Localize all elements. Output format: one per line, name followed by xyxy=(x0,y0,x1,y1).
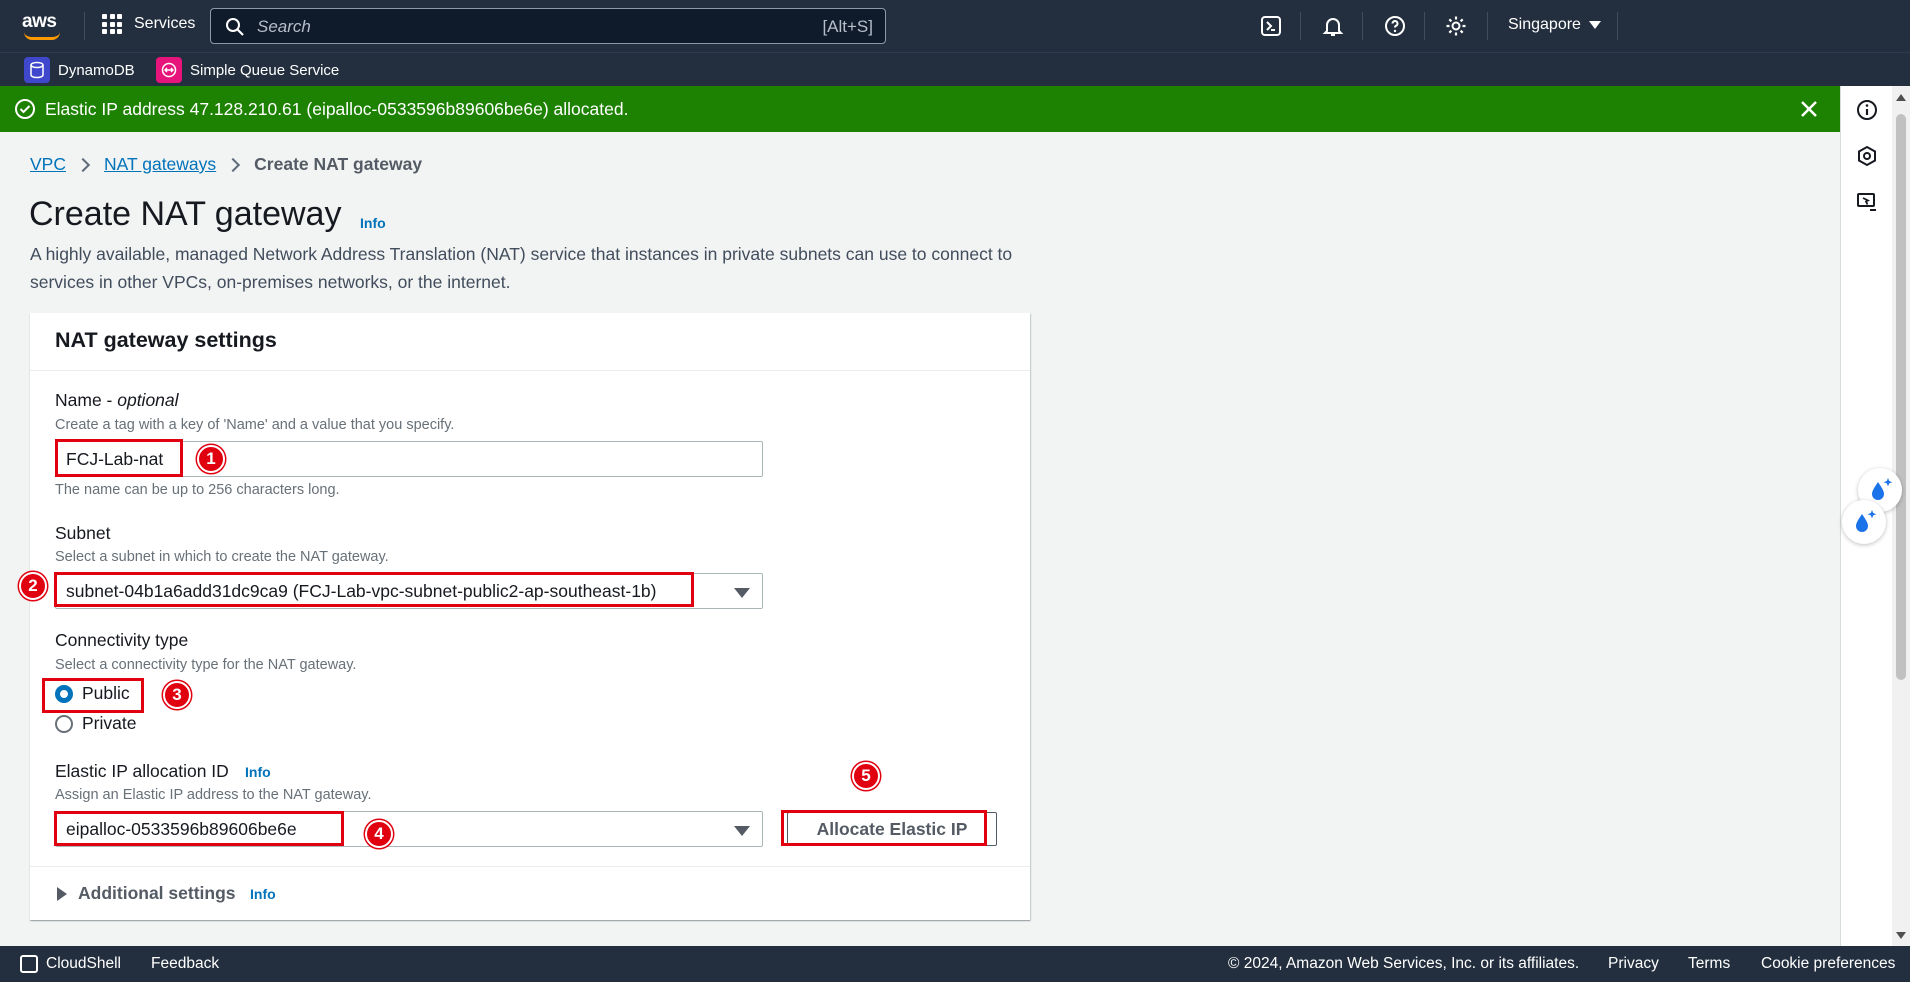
favorite-label: Simple Queue Service xyxy=(190,61,340,79)
subnet-field-label: Subnet xyxy=(55,523,111,543)
screen-cursor-icon[interactable] xyxy=(1855,190,1879,214)
caret-down-icon xyxy=(1588,21,1601,29)
services-menu-button[interactable]: Services xyxy=(102,14,195,34)
sparkle-drop-icon xyxy=(1856,510,1877,532)
console-footer: CloudShell Feedback © 2024, Amazon Web S… xyxy=(0,946,1910,982)
annotation-highlight-connectivity xyxy=(42,678,144,713)
scroll-thumb[interactable] xyxy=(1896,114,1906,680)
panel-header: NAT gateway settings xyxy=(30,313,1030,371)
page-description: A highly available, managed Network Addr… xyxy=(30,244,1013,292)
scroll-up-icon[interactable] xyxy=(1896,94,1906,101)
search-shortcut: [Alt+S] xyxy=(822,17,873,36)
search-icon xyxy=(226,18,244,36)
cloudshell-icon[interactable] xyxy=(20,955,38,973)
annotation-highlight-eip xyxy=(54,811,344,846)
page-title: Create NAT gateway xyxy=(29,195,342,233)
eip-field-hint: Assign an Elastic IP address to the NAT … xyxy=(55,787,372,803)
caret-down-icon xyxy=(734,588,750,598)
annotation-badge-2: 2 xyxy=(19,572,47,600)
name-field-label: Name - optional xyxy=(55,390,179,411)
annotation-badge-4: 4 xyxy=(365,820,393,848)
breadcrumb: VPC NAT gateways Create NAT gateway xyxy=(30,154,422,175)
nav-divider xyxy=(1487,12,1488,40)
divider xyxy=(30,866,1030,867)
page-info-link[interactable]: Info xyxy=(360,215,386,231)
success-check-icon xyxy=(15,99,35,119)
nav-divider xyxy=(1617,12,1618,40)
footer-cloudshell-link[interactable]: CloudShell xyxy=(46,955,121,973)
services-label: Services xyxy=(134,15,196,32)
additional-settings-toggle[interactable]: Additional settings xyxy=(78,883,236,904)
caret-down-icon xyxy=(734,826,750,836)
dynamodb-icon xyxy=(24,57,50,83)
settings-gear-icon[interactable] xyxy=(1444,14,1468,38)
footer-feedback-link[interactable]: Feedback xyxy=(151,955,219,973)
page-scrollbar[interactable] xyxy=(1892,86,1910,946)
footer-privacy-link[interactable]: Privacy xyxy=(1608,955,1659,973)
search-input[interactable]: Search [Alt+S] xyxy=(210,8,886,44)
eip-info-link[interactable]: Info xyxy=(245,764,271,780)
connectivity-field-label: Connectivity type xyxy=(55,630,189,650)
breadcrumb-current: Create NAT gateway xyxy=(254,154,423,174)
favorite-sqs[interactable]: Simple Queue Service xyxy=(156,57,339,83)
connectivity-field-hint: Select a connectivity type for the NAT g… xyxy=(55,657,357,673)
breadcrumb-link-nat-gateways[interactable]: NAT gateways xyxy=(104,154,216,175)
annotation-badge-1: 1 xyxy=(197,445,225,473)
region-label: Singapore xyxy=(1508,16,1581,33)
connectivity-private-radio[interactable] xyxy=(55,715,73,733)
favorite-dynamodb[interactable]: DynamoDB xyxy=(24,57,135,83)
services-grid-icon xyxy=(102,14,122,34)
name-constraint-text: The name can be up to 256 characters lon… xyxy=(55,482,340,498)
chevron-right-icon xyxy=(226,157,241,172)
nav-divider xyxy=(1362,12,1363,40)
eip-field-label: Elastic IP allocation ID xyxy=(55,761,229,781)
search-placeholder: Search xyxy=(257,17,311,36)
nav-divider xyxy=(1300,12,1301,40)
name-field-hint: Create a tag with a key of 'Name' and a … xyxy=(55,417,455,433)
aws-logo-text: aws xyxy=(22,11,57,32)
favorite-label: DynamoDB xyxy=(58,61,135,79)
nav-divider xyxy=(84,12,85,40)
optional-label: optional xyxy=(117,390,179,410)
footer-cookie-preferences-link[interactable]: Cookie preferences xyxy=(1761,955,1895,973)
connectivity-private-label[interactable]: Private xyxy=(82,713,136,734)
success-flash-banner: Elastic IP address 47.128.210.61 (eipall… xyxy=(0,86,1840,132)
aws-smile-icon xyxy=(24,32,60,40)
region-selector[interactable]: Singapore xyxy=(1508,16,1601,34)
subnet-field-hint: Select a subnet in which to create the N… xyxy=(55,549,389,565)
annotation-highlight-subnet xyxy=(54,572,694,607)
notifications-bell-icon[interactable] xyxy=(1321,14,1345,38)
hexagon-icon[interactable] xyxy=(1855,144,1879,168)
scroll-down-icon[interactable] xyxy=(1896,932,1906,939)
panel-title: NAT gateway settings xyxy=(55,328,277,352)
breadcrumb-link-vpc[interactable]: VPC xyxy=(30,154,66,175)
name-label-text: Name - xyxy=(55,390,118,410)
additional-info-link[interactable]: Info xyxy=(250,886,276,902)
info-panel-icon[interactable] xyxy=(1855,98,1879,122)
caret-right-icon[interactable] xyxy=(57,887,67,901)
annotation-badge-3: 3 xyxy=(163,681,191,709)
flash-message: Elastic IP address 47.128.210.61 (eipall… xyxy=(45,99,629,119)
assistant-sparkle-button-secondary[interactable] xyxy=(1842,500,1886,544)
top-navigation: aws Services Search [Alt+S] Singapore xyxy=(0,0,1910,52)
footer-terms-link[interactable]: Terms xyxy=(1688,955,1730,973)
help-icon[interactable] xyxy=(1383,14,1407,38)
close-icon[interactable] xyxy=(1798,98,1820,120)
annotation-highlight-name xyxy=(55,439,183,477)
annotation-highlight-allocate xyxy=(781,810,987,846)
footer-copyright: © 2024, Amazon Web Services, Inc. or its… xyxy=(1228,955,1580,972)
sqs-icon xyxy=(156,57,182,83)
favorites-bar: DynamoDB Simple Queue Service xyxy=(0,52,1910,86)
chevron-right-icon xyxy=(75,157,91,172)
aws-logo[interactable]: aws xyxy=(22,12,64,40)
cloudshell-icon[interactable] xyxy=(1259,14,1283,38)
nav-divider xyxy=(1424,12,1425,40)
annotation-badge-5: 5 xyxy=(852,762,880,790)
